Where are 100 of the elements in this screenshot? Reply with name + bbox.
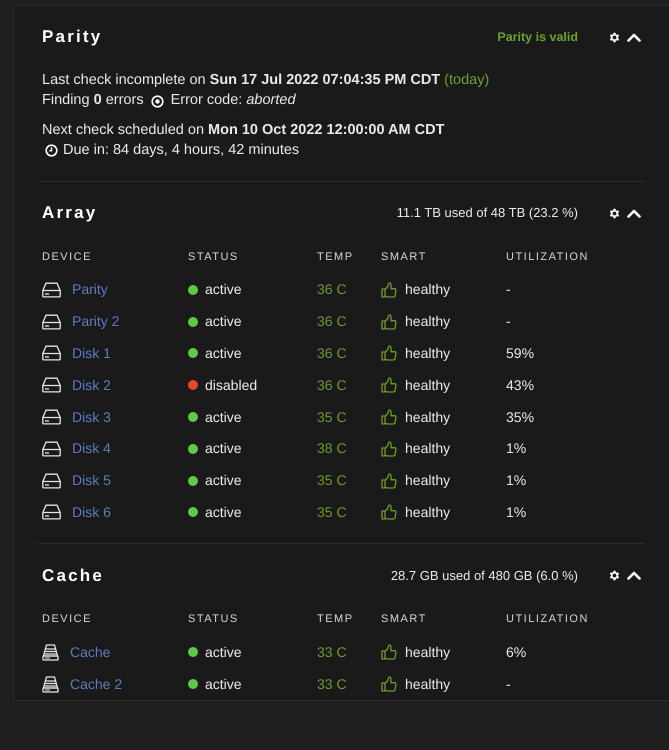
gear-icon[interactable] xyxy=(608,30,621,44)
next-check-text: Next check scheduled on Mon 10 Oct 2022 12:00:00 AM CDT xyxy=(42,121,444,140)
due-text: Due in: 84 days, 4 hours, 42 minutes xyxy=(63,140,300,160)
status-text: active xyxy=(205,344,242,363)
smart-status-text: healthy xyxy=(405,312,450,332)
device-link[interactable]: Disk 2 xyxy=(72,374,111,396)
status-text: active xyxy=(205,674,242,694)
utilization-text: - xyxy=(506,280,511,300)
thumbs-up-icon xyxy=(381,440,397,457)
gear-icon[interactable] xyxy=(608,568,621,582)
section-title: Cache xyxy=(42,564,104,587)
hard-drive-icon xyxy=(42,504,61,520)
status-text: active xyxy=(205,439,242,458)
device-link[interactable]: Disk 3 xyxy=(72,406,111,428)
smart-status-text: healthy xyxy=(405,439,450,458)
utilization-text: 43% xyxy=(506,376,534,395)
column-header: UTILIZATION xyxy=(506,612,589,628)
column-header: STATUS xyxy=(188,250,239,265)
smart-status-text: healthy xyxy=(405,408,450,427)
thumbs-up-icon xyxy=(381,282,397,298)
device-link[interactable]: Cache xyxy=(70,642,110,663)
solid-state-drive-icon xyxy=(42,676,59,693)
utilization-text: 6% xyxy=(506,642,526,662)
temperature-text: 36 C xyxy=(317,280,347,300)
thumbs-up-icon xyxy=(381,676,397,692)
hard-drive-icon xyxy=(42,440,61,457)
chevron-up-icon[interactable] xyxy=(627,570,641,580)
smart-status-text: healthy xyxy=(405,674,450,694)
temperature-text: 36 C xyxy=(317,312,347,332)
solid-state-drive-icon xyxy=(42,644,59,661)
thumbs-up-icon xyxy=(381,472,397,489)
status-text: active xyxy=(205,408,242,427)
status-text: active xyxy=(205,502,242,522)
hard-drive-icon xyxy=(42,282,61,298)
utilization-text: 59% xyxy=(506,344,534,363)
status-text: disabled xyxy=(205,376,258,395)
utilization-text: - xyxy=(506,674,511,694)
hard-drive-icon xyxy=(42,409,61,426)
section-title: Array xyxy=(42,202,98,224)
section-title: Parity xyxy=(42,26,102,48)
device-link[interactable]: Disk 6 xyxy=(72,502,111,523)
utilization-text: 1% xyxy=(506,471,526,490)
hard-drive-icon xyxy=(42,345,61,362)
device-link[interactable]: Parity xyxy=(72,279,108,300)
error-code-text: Error code: aborted xyxy=(170,91,296,110)
temperature-text: 38 C xyxy=(317,439,347,458)
thumbs-up-icon xyxy=(381,644,397,660)
smart-status-text: healthy xyxy=(405,502,450,522)
temperature-text: 33 C xyxy=(317,674,347,694)
temperature-text: 35 C xyxy=(317,502,347,522)
usage-text: 11.1 TB used of 48 TB (23.2 %) xyxy=(396,204,578,222)
hard-drive-icon xyxy=(42,472,61,489)
thumbs-up-icon xyxy=(381,345,397,362)
device-link[interactable]: Disk 1 xyxy=(72,342,111,364)
clock-icon xyxy=(45,144,58,157)
thumbs-up-icon xyxy=(381,314,397,330)
device-link[interactable]: Disk 4 xyxy=(72,438,111,460)
temperature-text: 36 C xyxy=(317,344,347,363)
gear-icon[interactable] xyxy=(608,206,621,220)
chevron-up-icon[interactable] xyxy=(627,32,641,42)
smart-status-text: healthy xyxy=(405,376,450,395)
temperature-text: 33 C xyxy=(317,642,347,662)
last-check-text: Last check incomplete on Sun 17 Jul 2022 07:04:35 PM CDT xyxy=(42,71,440,90)
utilization-text: 35% xyxy=(506,408,534,427)
status-text: active xyxy=(205,642,242,662)
status-text: active xyxy=(205,312,242,332)
status-text: active xyxy=(205,280,242,300)
column-header: UTILIZATION xyxy=(506,250,589,265)
smart-status-text: healthy xyxy=(405,642,450,662)
usage-text: 28.7 GB used of 480 GB (6.0 %) xyxy=(390,566,578,585)
column-header: SMART xyxy=(381,612,427,628)
column-header: STATUS xyxy=(188,612,239,628)
device-link[interactable]: Cache 2 xyxy=(70,674,122,695)
temperature-text: 36 C xyxy=(317,376,347,395)
parity-status: Parity is valid xyxy=(497,28,578,46)
thumbs-up-icon xyxy=(381,377,397,394)
hard-drive-icon xyxy=(42,314,61,330)
smart-status-text: healthy xyxy=(405,471,450,490)
column-header: TEMP xyxy=(317,250,354,265)
utilization-text: - xyxy=(506,312,511,332)
utilization-text: 1% xyxy=(506,502,526,522)
column-header: DEVICE xyxy=(42,612,92,628)
column-header: DEVICE xyxy=(42,250,92,265)
device-link[interactable]: Parity 2 xyxy=(72,311,120,332)
smart-status-text: healthy xyxy=(405,344,450,363)
device-link[interactable]: Disk 5 xyxy=(72,470,111,492)
findings-text: Finding 0 errors xyxy=(42,91,144,110)
target-icon xyxy=(150,94,164,108)
today-label: (today) xyxy=(444,71,490,90)
column-header: SMART xyxy=(381,250,427,265)
chevron-up-icon[interactable] xyxy=(627,208,641,218)
status-text: active xyxy=(205,471,242,490)
thumbs-up-icon xyxy=(381,504,397,520)
smart-status-text: healthy xyxy=(405,280,450,300)
column-header: TEMP xyxy=(317,612,354,628)
thumbs-up-icon xyxy=(381,409,397,426)
temperature-text: 35 C xyxy=(317,471,347,490)
utilization-text: 1% xyxy=(506,439,526,458)
temperature-text: 35 C xyxy=(317,408,347,427)
hard-drive-icon xyxy=(42,377,61,394)
